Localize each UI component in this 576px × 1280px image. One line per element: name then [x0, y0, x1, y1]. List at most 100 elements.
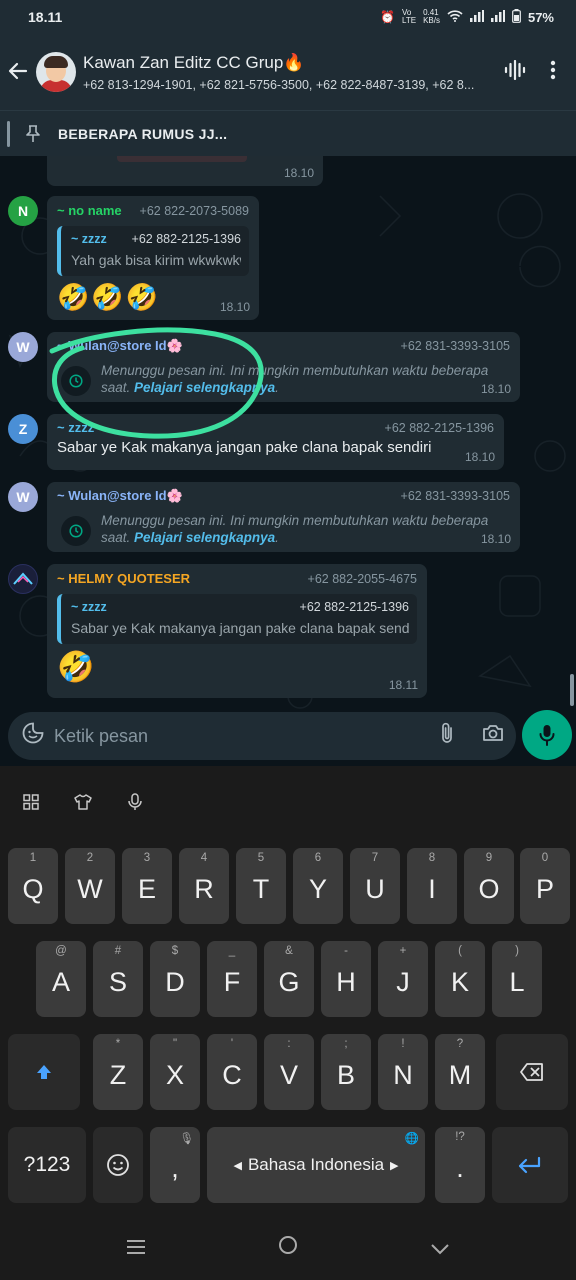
quoted-text: Yah gak bisa kirim wkwkwkw	[71, 252, 241, 268]
mic-button[interactable]	[522, 710, 572, 760]
symbols-key[interactable]: ?123	[8, 1127, 86, 1203]
backspace-key[interactable]	[496, 1034, 568, 1110]
period-key[interactable]: !?.	[435, 1127, 485, 1203]
key-k[interactable]: (K	[435, 941, 485, 1017]
pinned-message-bar[interactable]: BEBERAPA RUMUS JJ...	[0, 110, 576, 156]
clock-icon	[61, 516, 91, 546]
theme-shirt-icon[interactable]	[70, 789, 96, 815]
mic-hint-icon: 🎙	[179, 1133, 194, 1145]
sender-avatar[interactable]: W	[8, 332, 38, 362]
quoted-text: Sabar ye Kak makanya jangan pake clana b…	[71, 620, 409, 636]
battery-icon	[512, 8, 521, 26]
key-u[interactable]: 7U	[350, 848, 400, 924]
message-input[interactable]	[54, 725, 424, 747]
message-bubble[interactable]: ~ HELMY QUOTESER +62 882-2055-4675 ~ zzzz…	[47, 564, 427, 698]
quoted-phone: +62 882-2125-1396	[299, 600, 409, 614]
message-bubble[interactable]: ~ Wulan@store Id🌸 +62 831-3393-3105 Menun…	[47, 332, 520, 402]
image-thumbnail[interactable]	[117, 156, 247, 162]
key-b[interactable]: ; B	[321, 1034, 371, 1110]
message-bubble[interactable]: ~ Wulan@store Id🌸 +62 831-3393-3105 Menun…	[47, 482, 520, 552]
quoted-message[interactable]: ~ zzzz +62 882-2125-1396 Sabar ye Kak mak…	[57, 594, 417, 644]
key-t[interactable]: 5T	[236, 848, 286, 924]
signal2-icon	[490, 9, 505, 25]
message-time: 18.10	[283, 166, 314, 180]
sender-avatar[interactable]: Z	[8, 414, 38, 444]
message-time: 18.11	[388, 678, 418, 692]
key-p[interactable]: 0P	[520, 848, 570, 924]
key-y[interactable]: 6Y	[293, 848, 343, 924]
mic-icon	[539, 725, 555, 746]
group-title: Kawan Zan Editz CC Grup🔥	[83, 52, 305, 72]
emoji-message: 🤣	[57, 651, 97, 684]
message-bubble[interactable]: ~ no name +62 822-2073-5089 ~ zzzz +62 882…	[47, 196, 259, 320]
key-j[interactable]: + J	[378, 941, 428, 1017]
quoted-message[interactable]: ~ zzzz +62 882-2125-1396 Yah gak bisa kir…	[57, 226, 249, 276]
pin-icon	[20, 121, 46, 147]
sender-name[interactable]: ~ Wulan@store Id🌸	[57, 488, 183, 504]
space-key[interactable]: 🌐 ◀ Bahasa Indonesia ▶	[207, 1127, 425, 1203]
key-q[interactable]: 1Q	[8, 848, 58, 924]
enter-key[interactable]	[492, 1127, 568, 1203]
key-x[interactable]: " X	[150, 1034, 200, 1110]
sender-phone: +62 831-3393-3105	[400, 489, 510, 503]
sender-avatar[interactable]	[8, 564, 38, 594]
key-h[interactable]: -H	[321, 941, 371, 1017]
key-a[interactable]: @ A	[36, 941, 86, 1017]
attach-icon[interactable]	[424, 722, 470, 750]
voice-input-icon[interactable]	[122, 789, 148, 815]
wifi-icon	[447, 9, 463, 25]
key-n[interactable]: ! N	[378, 1034, 428, 1110]
key-o[interactable]: 9O	[464, 848, 514, 924]
message-bubble-partial[interactable]: 18.10	[47, 156, 323, 186]
camera-icon[interactable]	[470, 724, 516, 748]
sender-name[interactable]: ~ zzzz	[57, 420, 94, 435]
key-c[interactable]: ' C	[207, 1034, 257, 1110]
back-chevron-icon[interactable]	[410, 1235, 470, 1261]
quoted-phone: +62 882-2125-1396	[131, 232, 241, 246]
key-l[interactable]: ) L	[492, 941, 542, 1017]
key-i[interactable]: 8I	[407, 848, 457, 924]
learn-more-link[interactable]: Pelajari selengkapnya	[134, 530, 275, 545]
sender-phone: +62 822-2073-5089	[139, 204, 249, 218]
waiting-message: Menunggu pesan ini. Ini mungkin membutuh…	[57, 512, 510, 546]
sender-avatar[interactable]: N	[8, 196, 38, 226]
arrow-left-icon: ◀	[233, 1159, 242, 1172]
key-f[interactable]: _ F	[207, 941, 257, 1017]
key-e[interactable]: 3E	[122, 848, 172, 924]
voice-chat-icon[interactable]	[504, 59, 526, 84]
key-d[interactable]: $ D	[150, 941, 200, 1017]
recents-icon[interactable]	[106, 1235, 166, 1261]
learn-more-link[interactable]: Pelajari selengkapnya	[134, 380, 275, 395]
key-r[interactable]: 4R	[179, 848, 229, 924]
key-w[interactable]: 2W	[65, 848, 115, 924]
sender-name[interactable]: ~ Wulan@store Id🌸	[57, 338, 183, 354]
comma-key[interactable]: 🎙 ,	[150, 1127, 200, 1203]
group-info[interactable]: Kawan Zan Editz CC Grup🔥 +62 813-1294-19…	[83, 53, 490, 92]
apps-grid-icon[interactable]	[18, 789, 44, 815]
key-m[interactable]: ? M	[435, 1034, 485, 1110]
home-icon[interactable]	[258, 1235, 318, 1261]
sticker-icon[interactable]	[12, 722, 54, 750]
message-input-row	[0, 710, 576, 766]
sender-avatar[interactable]: W	[8, 482, 38, 512]
key-z[interactable]: * Z	[93, 1034, 143, 1110]
enter-icon	[518, 1156, 541, 1174]
shift-key[interactable]	[8, 1034, 80, 1110]
message-composer[interactable]	[8, 712, 516, 760]
sender-name[interactable]: ~ no name	[57, 203, 122, 218]
group-avatar[interactable]	[36, 52, 76, 92]
back-arrow-icon[interactable]	[0, 57, 36, 88]
alarm-icon: ⏰	[380, 10, 395, 24]
chat-scrollbar[interactable]	[570, 674, 574, 706]
logo-icon	[13, 572, 33, 585]
key-v[interactable]: :V	[264, 1034, 314, 1110]
more-options-icon[interactable]	[550, 60, 556, 84]
key-g[interactable]: & G	[264, 941, 314, 1017]
sender-name[interactable]: ~ HELMY QUOTESER	[57, 571, 190, 586]
message-bubble[interactable]: ~ zzzz +62 882-2125-1396 Sabar ye Kak mak…	[47, 414, 504, 470]
key-s[interactable]: # S	[93, 941, 143, 1017]
emoji-key[interactable]	[93, 1127, 143, 1203]
message-time: 18.10	[480, 382, 511, 396]
chat-messages[interactable]: 18.10 N ~ no name +62 822-2073-5089 ~ zzz…	[0, 156, 576, 710]
backspace-icon	[520, 1063, 543, 1081]
